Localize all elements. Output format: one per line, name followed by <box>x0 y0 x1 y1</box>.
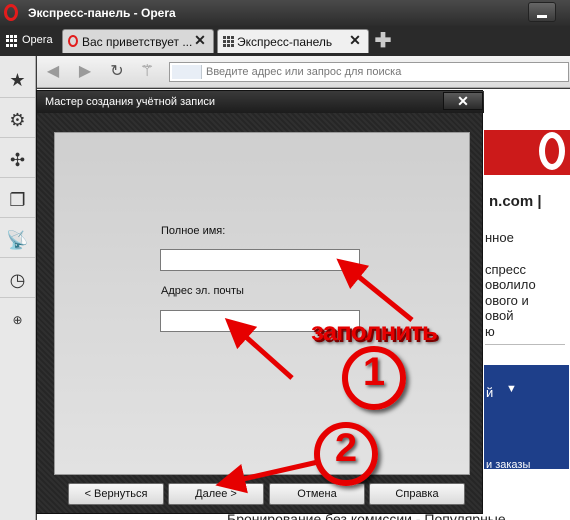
arrow-to-full-name <box>336 258 414 322</box>
arrow-to-email <box>224 318 294 380</box>
opera-browser-window: Экспресс-панель - Opera Opera Вас привет… <box>0 0 570 520</box>
arrow-to-next-button <box>215 459 319 494</box>
step-two-number: 2 <box>334 426 358 470</box>
step-one-number: 1 <box>362 350 386 394</box>
annotation-arrows <box>215 258 414 494</box>
fill-in-annotation: заполнить <box>311 316 438 346</box>
